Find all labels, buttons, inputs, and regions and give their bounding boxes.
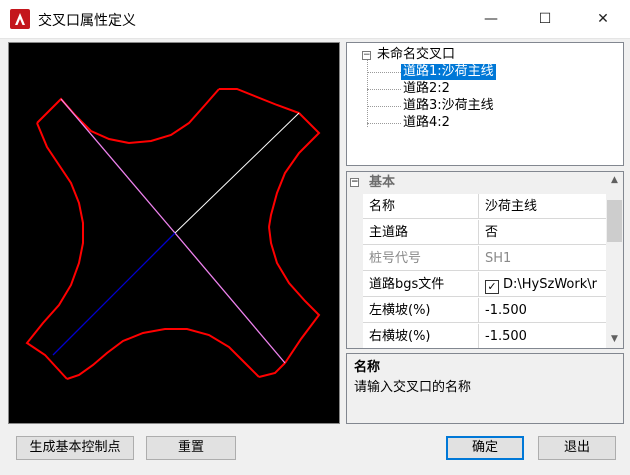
curb-top-left — [36, 88, 220, 145]
close-icon: ✕ — [597, 11, 609, 27]
exit-button[interactable]: 退出 — [538, 436, 616, 460]
tree-item-road-4[interactable]: 道路4:2 — [403, 115, 450, 131]
minimize-icon: — — [484, 11, 498, 27]
road-centerline-1 — [60, 98, 176, 234]
property-grid[interactable]: − 基本 名称 沙荷主线 主道路 否 桩号代号 SH1 道路bgs文件 ✓ D:\… — [346, 171, 624, 349]
property-name: 左横坡(%) — [363, 298, 479, 323]
tree-guide-line — [367, 72, 401, 73]
ok-button[interactable]: 确定 — [446, 436, 524, 460]
tree-item-road-1[interactable]: 道路1:沙荷主线 — [401, 64, 496, 80]
category-label: 基本 — [369, 175, 396, 190]
curb-right — [258, 226, 321, 378]
road-centerline-3 — [174, 232, 286, 364]
property-name: 右横坡(%) — [363, 324, 479, 348]
curb-top-right — [219, 88, 321, 228]
collapse-icon[interactable]: − — [350, 178, 359, 187]
property-row-bgs-file[interactable]: 道路bgs文件 ✓ D:\HySzWork\r — [347, 272, 608, 298]
road-tree[interactable]: − 未命名交叉口 道路1:沙荷主线 道路2:2 道路3:沙荷主线 道路4:2 — [346, 42, 624, 166]
reset-button[interactable]: 重置 — [146, 436, 236, 460]
description-text: 请输入交叉口的名称 — [354, 380, 472, 395]
scroll-thumb[interactable] — [607, 200, 622, 242]
tree-root[interactable]: 未命名交叉口 — [377, 47, 455, 63]
property-row-name[interactable]: 名称 沙荷主线 — [347, 194, 608, 220]
close-button[interactable]: ✕ — [580, 0, 626, 38]
property-value[interactable]: -1.500 — [479, 324, 608, 348]
tree-guide-line — [367, 60, 368, 127]
property-name: 名称 — [363, 194, 479, 219]
tree-item-road-2[interactable]: 道路2:2 — [403, 81, 450, 97]
curb-bottom — [66, 328, 260, 380]
file-path: D:\HySzWork\r — [503, 277, 597, 292]
minimize-button[interactable]: — — [468, 0, 514, 38]
property-row-left-slope[interactable]: 左横坡(%) -1.500 — [347, 298, 608, 324]
scroll-down-icon[interactable]: ▼ — [606, 331, 623, 348]
intersection-preview[interactable] — [8, 42, 340, 424]
property-row-station-code: 桩号代号 SH1 — [347, 246, 608, 272]
tree-guide-line — [367, 123, 401, 124]
curb-left — [25, 122, 84, 380]
generate-control-points-button[interactable]: 生成基本控制点 — [16, 436, 134, 460]
property-value[interactable]: 沙荷主线 — [479, 194, 608, 219]
property-row-main-road[interactable]: 主道路 否 — [347, 220, 608, 246]
property-name: 道路bgs文件 — [363, 272, 479, 297]
property-description: 名称 请输入交叉口的名称 — [346, 353, 624, 424]
tree-guide-line — [367, 106, 401, 107]
property-name: 桩号代号 — [363, 246, 479, 271]
window-title: 交叉口属性定义 — [38, 13, 136, 29]
property-row-right-slope[interactable]: 右横坡(%) -1.500 — [347, 324, 608, 348]
autocad-logo-icon — [10, 9, 30, 29]
property-value[interactable]: 否 — [479, 220, 608, 245]
title-bar: 交叉口属性定义 — ☐ ✕ — [0, 0, 630, 39]
property-value: SH1 — [479, 246, 608, 271]
scroll-up-icon[interactable]: ▲ — [606, 172, 623, 189]
property-value-file[interactable]: ✓ D:\HySzWork\r — [479, 272, 608, 297]
maximize-button[interactable]: ☐ — [522, 0, 568, 38]
road-centerline-4 — [52, 232, 176, 356]
collapse-icon[interactable]: − — [362, 51, 371, 60]
maximize-icon: ☐ — [538, 11, 552, 27]
tree-item-road-3[interactable]: 道路3:沙荷主线 — [403, 98, 494, 114]
intersection-drawing — [25, 88, 321, 380]
description-title: 名称 — [354, 360, 381, 375]
category-basic[interactable]: − 基本 — [347, 172, 608, 194]
property-value[interactable]: -1.500 — [479, 298, 608, 323]
property-scrollbar[interactable]: ▲ ▼ — [606, 172, 623, 348]
tree-guide-line — [367, 89, 401, 90]
property-name: 主道路 — [363, 220, 479, 245]
checkbox[interactable]: ✓ — [485, 280, 499, 294]
road-centerline-2 — [174, 112, 300, 234]
